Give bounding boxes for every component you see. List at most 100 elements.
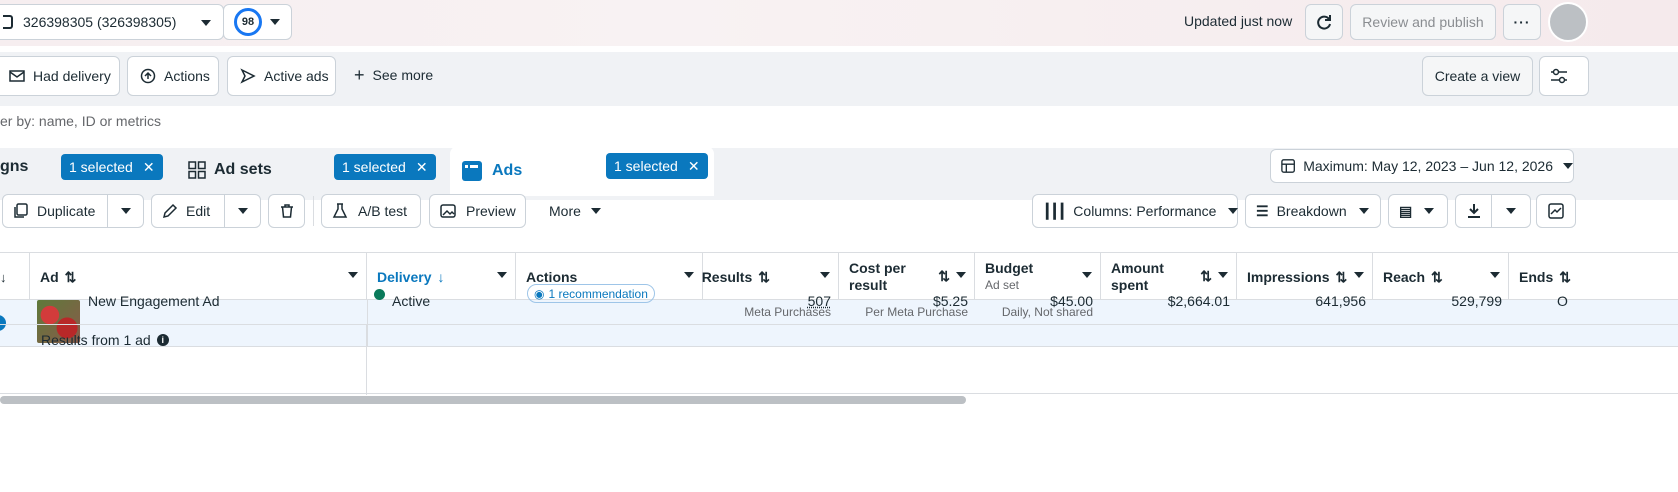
pencil-icon <box>162 203 178 219</box>
breakdown-icon: ☰ <box>1256 202 1269 219</box>
column-header-ends[interactable]: Ends ⇅ <box>1509 253 1678 301</box>
close-icon[interactable]: ✕ <box>416 159 428 176</box>
info-icon[interactable]: i <box>156 334 169 346</box>
more-options-button[interactable]: ··· <box>1503 4 1541 40</box>
ads-icon <box>462 161 482 181</box>
account-icon <box>3 15 13 29</box>
sort-icon: ⇅ <box>64 268 77 285</box>
duplicate-button[interactable]: Duplicate <box>2 194 108 228</box>
close-icon[interactable]: ✕ <box>688 158 700 175</box>
chevron-down-icon[interactable] <box>1490 272 1500 278</box>
export-button[interactable] <box>1455 194 1492 228</box>
adsets-selected-pill[interactable]: 1 selected ✕ <box>334 154 436 180</box>
download-icon <box>1467 204 1480 218</box>
more-button[interactable]: More <box>549 203 601 219</box>
chevron-down-icon <box>1228 208 1239 214</box>
column-label: Ends <box>1519 269 1554 285</box>
breakdown-label: Breakdown <box>1276 203 1347 219</box>
avatar[interactable] <box>1548 2 1588 42</box>
chevron-down-icon <box>1563 163 1573 169</box>
column-label: Results <box>701 269 753 285</box>
budget-sublabel: Daily, Not shared <box>1001 305 1093 319</box>
chevron-down-icon[interactable] <box>820 272 830 278</box>
ads-selected-pill[interactable]: 1 selected ✕ <box>606 153 708 179</box>
delete-button[interactable] <box>268 194 305 228</box>
horizontal-scrollbar[interactable] <box>0 396 966 404</box>
date-range-selector[interactable]: Maximum: May 12, 2023 – Jun 12, 2026 <box>1270 149 1574 183</box>
ad-name[interactable]: New Engagement Ad <box>88 293 220 309</box>
sort-icon: ↓ <box>0 269 7 285</box>
chevron-down-icon[interactable] <box>497 272 507 278</box>
refresh-button[interactable] <box>1305 4 1343 40</box>
chart-button[interactable] <box>1536 194 1576 228</box>
flask-icon <box>332 203 348 218</box>
reports-icon: ▤ <box>1399 202 1413 219</box>
view-active-ads[interactable]: Active ads <box>227 56 336 96</box>
chevron-down-icon <box>201 20 211 26</box>
column-sublabel: Ad set <box>985 278 1020 292</box>
duplicate-label: Duplicate <box>37 203 96 219</box>
chevron-down-icon <box>270 19 280 25</box>
filter-bar[interactable]: er by: name, ID or metrics <box>0 110 1678 148</box>
columns-label: Columns: Performance <box>1073 203 1217 219</box>
chevron-down-icon <box>237 208 248 214</box>
review-publish-button[interactable]: Review and publish <box>1350 4 1496 40</box>
export-dropdown[interactable] <box>1491 194 1531 228</box>
column-label: Ad <box>40 269 59 285</box>
columns-selector[interactable]: ┃┃┃ Columns: Performance <box>1032 194 1239 228</box>
chevron-down-icon[interactable] <box>1354 272 1364 278</box>
level-tabs: gns 1 selected ✕ Ad sets 1 selected ✕ Ads … <box>0 146 1678 200</box>
column-label: spent <box>1111 277 1149 293</box>
duplicate-dropdown[interactable] <box>107 194 144 228</box>
column-header-delivery[interactable]: Delivery ↓ <box>367 253 516 301</box>
grid-icon <box>188 161 206 179</box>
ends-value: O <box>1557 293 1568 309</box>
envelope-icon <box>9 70 25 82</box>
score-selector[interactable]: 98 <box>223 4 292 40</box>
duplicate-icon <box>14 203 28 218</box>
view-actions[interactable]: Actions <box>127 56 219 96</box>
column-label: Reach <box>1383 269 1426 285</box>
sort-icon: ⇅ <box>1200 268 1212 284</box>
column-label: Cost per <box>849 260 906 276</box>
chevron-down-icon[interactable] <box>1082 272 1092 278</box>
chevron-down-icon[interactable] <box>956 272 966 278</box>
view-label: Active ads <box>264 68 329 84</box>
chevron-down-icon <box>120 208 131 214</box>
chevron-down-icon[interactable] <box>1218 272 1228 278</box>
column-header-checkbox[interactable]: ↓ <box>0 253 30 301</box>
pill-label: 1 selected <box>614 158 678 174</box>
cost-sublabel: Per Meta Purchase <box>865 305 968 319</box>
columns-icon: ┃┃┃ <box>1043 202 1066 219</box>
preview-button[interactable]: Preview <box>429 194 526 228</box>
see-more-label: See more <box>372 67 434 83</box>
breakdown-selector[interactable]: ☰ Breakdown <box>1245 194 1381 228</box>
account-selector[interactable]: 326398305 (326398305) <box>0 4 224 40</box>
edit-dropdown[interactable] <box>224 194 261 228</box>
summary-row: Results from 1 ad i <box>0 324 1678 395</box>
chevron-down-icon[interactable] <box>348 272 358 278</box>
reports-button[interactable]: ▤ <box>1388 194 1448 228</box>
see-more-button[interactable]: + See more <box>354 66 433 84</box>
view-had-delivery[interactable]: Had delivery <box>0 56 120 96</box>
account-label: 326398305 (326398305) <box>23 14 177 30</box>
edit-label: Edit <box>186 203 211 219</box>
edit-button[interactable]: Edit <box>151 194 225 228</box>
date-range-label: Maximum: May 12, 2023 – Jun 12, 2026 <box>1303 158 1553 174</box>
preview-icon <box>440 204 456 218</box>
campaigns-selected-pill[interactable]: 1 selected ✕ <box>61 154 163 180</box>
create-view-button[interactable]: Create a view <box>1422 56 1533 96</box>
ab-test-button[interactable]: A/B test <box>321 194 421 228</box>
sort-icon: ⇅ <box>1335 268 1348 285</box>
chevron-down-icon <box>1358 208 1369 214</box>
recommendation-badge[interactable]: ◉ 1 recommendation <box>527 284 655 303</box>
score-gauge: 98 <box>234 8 262 36</box>
view-settings-button[interactable] <box>1539 56 1589 96</box>
delivery-status: Active <box>392 293 431 309</box>
table-icon <box>1281 159 1295 173</box>
close-icon[interactable]: ✕ <box>143 159 155 176</box>
column-label: Budget <box>985 260 1034 276</box>
chevron-down-icon[interactable] <box>684 272 694 278</box>
status-active-dot <box>374 289 385 300</box>
chart-icon <box>1548 203 1564 219</box>
